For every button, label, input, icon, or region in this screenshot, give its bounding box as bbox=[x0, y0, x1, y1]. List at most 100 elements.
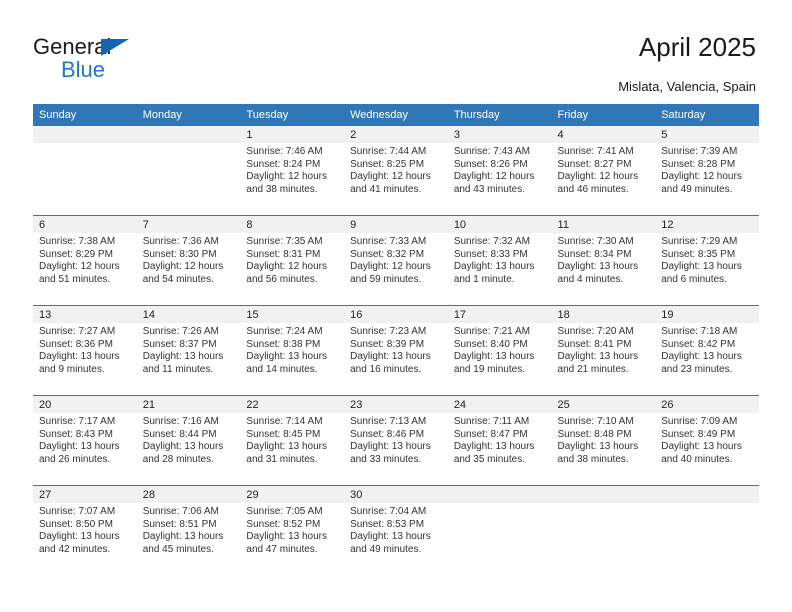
calendar-page: General Blue April 2025 Mislata, Valenci… bbox=[0, 0, 792, 612]
daylight-text: and 46 minutes. bbox=[557, 183, 629, 195]
day-details: Sunrise: 7:33 AM Sunset: 8:32 PM Daylight:… bbox=[344, 233, 448, 286]
calendar-day-cell-9[interactable]: 9 Sunrise: 7:33 AM Sunset: 8:32 PM Daylight… bbox=[344, 215, 448, 306]
weekday-header-tuesday: Tuesday bbox=[240, 104, 345, 126]
daylight-text: and 1 minute. bbox=[453, 273, 515, 285]
daylight-text: Daylight: 13 hours bbox=[350, 531, 431, 543]
day-details bbox=[655, 503, 759, 506]
day-number bbox=[551, 486, 656, 503]
calendar-day-cell-26[interactable]: 26 Sunrise: 7:09 AM Sunset: 8:49 PM Dayligh… bbox=[655, 395, 759, 486]
day-number: 27 bbox=[33, 486, 137, 503]
calendar-day-cell-28[interactable]: 28 Sunrise: 7:06 AM Sunset: 8:51 PM Dayligh… bbox=[136, 485, 241, 575]
daylight-text: Daylight: 13 hours bbox=[39, 441, 120, 453]
day-number bbox=[136, 126, 241, 143]
calendar-day-cell-12[interactable]: 12 Sunrise: 7:29 AM Sunset: 8:35 PM Dayligh… bbox=[655, 215, 759, 306]
calendar-day-cell-27[interactable]: 27 Sunrise: 7:07 AM Sunset: 8:50 PM Dayligh… bbox=[33, 485, 137, 575]
day-details: Sunrise: 7:32 AM Sunset: 8:33 PM Daylight:… bbox=[448, 233, 552, 286]
daylight-text: Daylight: 12 hours bbox=[350, 171, 431, 183]
day-details bbox=[552, 503, 656, 506]
calendar-day-cell-10[interactable]: 10 Sunrise: 7:32 AM Sunset: 8:33 PM Dayligh… bbox=[447, 215, 552, 306]
daylight-text: and 38 minutes. bbox=[246, 183, 318, 195]
daylight-text: and 6 minutes. bbox=[661, 273, 727, 285]
sunrise-text: Sunrise: 7:27 AM bbox=[39, 326, 116, 337]
daylight-text: and 11 minutes. bbox=[142, 363, 214, 375]
daylight-text: and 4 minutes. bbox=[557, 273, 624, 285]
daylight-text: and 54 minutes. bbox=[142, 273, 214, 285]
sunset-text: Sunset: 8:53 PM bbox=[350, 518, 425, 530]
daylight-text: Daylight: 13 hours bbox=[453, 351, 535, 363]
day-number: 8 bbox=[240, 216, 345, 233]
day-details: Sunrise: 7:23 AM Sunset: 8:39 PM Daylight:… bbox=[344, 323, 448, 376]
calendar-day-cell-20[interactable]: 20 Sunrise: 7:17 AM Sunset: 8:43 PM Dayligh… bbox=[33, 395, 137, 486]
daylight-text: Daylight: 12 hours bbox=[142, 261, 224, 273]
day-details: Sunrise: 7:21 AM Sunset: 8:40 PM Daylight:… bbox=[448, 323, 552, 376]
calendar-week-row: 1 Sunrise: 7:46 AM Sunset: 8:24 PM Daylight… bbox=[33, 126, 759, 216]
daylight-text: Daylight: 13 hours bbox=[661, 351, 742, 363]
day-number: 25 bbox=[551, 396, 656, 413]
daylight-text: and 40 minutes. bbox=[661, 453, 733, 465]
calendar-day-cell-8[interactable]: 8 Sunrise: 7:35 AM Sunset: 8:31 PM Daylight… bbox=[240, 215, 345, 306]
calendar-day-cell-18[interactable]: 18 Sunrise: 7:20 AM Sunset: 8:41 PM Dayligh… bbox=[551, 305, 656, 396]
sunset-text: Sunset: 8:38 PM bbox=[246, 338, 321, 350]
daylight-text: and 59 minutes. bbox=[350, 273, 422, 285]
calendar-day-cell-14[interactable]: 14 Sunrise: 7:26 AM Sunset: 8:37 PM Dayligh… bbox=[136, 305, 241, 396]
calendar-day-cell-7[interactable]: 7 Sunrise: 7:36 AM Sunset: 8:30 PM Daylight… bbox=[136, 215, 241, 306]
calendar-week-row: 27 Sunrise: 7:07 AM Sunset: 8:50 PM Dayligh… bbox=[33, 485, 759, 575]
daylight-text: and 45 minutes. bbox=[142, 543, 214, 555]
calendar-day-cell-25[interactable]: 25 Sunrise: 7:10 AM Sunset: 8:48 PM Dayligh… bbox=[551, 395, 656, 486]
weekday-header-wednesday: Wednesday bbox=[344, 104, 448, 126]
page-title: April 2025 bbox=[638, 32, 756, 62]
daylight-text: Daylight: 13 hours bbox=[246, 531, 328, 543]
calendar-day-cell-13[interactable]: 13 Sunrise: 7:27 AM Sunset: 8:36 PM Dayligh… bbox=[33, 305, 137, 396]
calendar-day-cell-1[interactable]: 1 Sunrise: 7:46 AM Sunset: 8:24 PM Daylight… bbox=[240, 126, 345, 216]
calendar-day-cell-empty bbox=[33, 126, 137, 216]
sunrise-text: Sunrise: 7:39 AM bbox=[661, 146, 738, 157]
daylight-text: Daylight: 12 hours bbox=[661, 171, 742, 183]
calendar-day-cell-15[interactable]: 15 Sunrise: 7:24 AM Sunset: 8:38 PM Dayligh… bbox=[240, 305, 345, 396]
sunset-text: Sunset: 8:32 PM bbox=[350, 248, 425, 260]
calendar-day-cell-4[interactable]: 4 Sunrise: 7:41 AM Sunset: 8:27 PM Daylight… bbox=[551, 126, 656, 216]
sunrise-text: Sunrise: 7:21 AM bbox=[453, 326, 530, 337]
daylight-text: and 47 minutes. bbox=[246, 543, 318, 555]
sunset-text: Sunset: 8:46 PM bbox=[350, 428, 425, 440]
calendar-day-cell-5[interactable]: 5 Sunrise: 7:39 AM Sunset: 8:28 PM Daylight… bbox=[655, 126, 759, 216]
calendar-day-cell-17[interactable]: 17 Sunrise: 7:21 AM Sunset: 8:40 PM Dayligh… bbox=[447, 305, 552, 396]
day-details: Sunrise: 7:27 AM Sunset: 8:36 PM Daylight:… bbox=[33, 323, 137, 376]
calendar-day-cell-24[interactable]: 24 Sunrise: 7:11 AM Sunset: 8:47 PM Dayligh… bbox=[447, 395, 552, 486]
calendar-day-cell-2[interactable]: 2 Sunrise: 7:44 AM Sunset: 8:25 PM Daylight… bbox=[344, 126, 448, 216]
day-details: Sunrise: 7:18 AM Sunset: 8:42 PM Daylight:… bbox=[655, 323, 759, 376]
day-number bbox=[655, 486, 759, 503]
daylight-text: Daylight: 12 hours bbox=[453, 171, 535, 183]
sunset-text: Sunset: 8:35 PM bbox=[661, 248, 736, 260]
calendar-day-cell-22[interactable]: 22 Sunrise: 7:14 AM Sunset: 8:45 PM Dayligh… bbox=[240, 395, 345, 486]
daylight-text: Daylight: 13 hours bbox=[453, 261, 535, 273]
calendar-week-row: 13 Sunrise: 7:27 AM Sunset: 8:36 PM Dayligh… bbox=[33, 305, 759, 396]
sunset-text: Sunset: 8:40 PM bbox=[453, 338, 528, 350]
sunset-text: Sunset: 8:25 PM bbox=[350, 158, 425, 170]
calendar-day-cell-6[interactable]: 6 Sunrise: 7:38 AM Sunset: 8:29 PM Daylight… bbox=[33, 215, 137, 306]
calendar-day-cell-16[interactable]: 16 Sunrise: 7:23 AM Sunset: 8:39 PM Dayligh… bbox=[344, 305, 448, 396]
calendar-body: 1 Sunrise: 7:46 AM Sunset: 8:24 PM Daylight… bbox=[33, 126, 759, 575]
day-number: 18 bbox=[551, 306, 656, 323]
day-number: 3 bbox=[447, 126, 552, 143]
sunset-text: Sunset: 8:39 PM bbox=[350, 338, 425, 350]
calendar-day-cell-3[interactable]: 3 Sunrise: 7:43 AM Sunset: 8:26 PM Daylight… bbox=[447, 126, 552, 216]
day-number: 22 bbox=[240, 396, 345, 413]
sunset-text: Sunset: 8:52 PM bbox=[246, 518, 321, 530]
day-number: 30 bbox=[344, 486, 448, 503]
day-details: Sunrise: 7:05 AM Sunset: 8:52 PM Daylight:… bbox=[240, 503, 344, 556]
sunset-text: Sunset: 8:29 PM bbox=[39, 248, 113, 260]
daylight-text: and 21 minutes. bbox=[557, 363, 629, 375]
sunrise-text: Sunrise: 7:24 AM bbox=[246, 326, 323, 337]
calendar-day-cell-23[interactable]: 23 Sunrise: 7:13 AM Sunset: 8:46 PM Dayligh… bbox=[344, 395, 448, 486]
day-number: 28 bbox=[136, 486, 241, 503]
calendar-day-cell-11[interactable]: 11 Sunrise: 7:30 AM Sunset: 8:34 PM Dayligh… bbox=[551, 215, 656, 306]
day-details: Sunrise: 7:35 AM Sunset: 8:31 PM Daylight:… bbox=[240, 233, 344, 286]
day-number: 17 bbox=[447, 306, 552, 323]
calendar-day-cell-30[interactable]: 30 Sunrise: 7:04 AM Sunset: 8:53 PM Dayligh… bbox=[344, 485, 448, 575]
calendar-day-cell-21[interactable]: 21 Sunrise: 7:16 AM Sunset: 8:44 PM Dayligh… bbox=[136, 395, 241, 486]
calendar-day-cell-19[interactable]: 19 Sunrise: 7:18 AM Sunset: 8:42 PM Dayligh… bbox=[655, 305, 759, 396]
day-number: 20 bbox=[33, 396, 137, 413]
calendar-day-cell-29[interactable]: 29 Sunrise: 7:05 AM Sunset: 8:52 PM Dayligh… bbox=[240, 485, 345, 575]
daylight-text: Daylight: 13 hours bbox=[142, 441, 224, 453]
general-blue-logo[interactable]: General Blue bbox=[33, 34, 213, 84]
